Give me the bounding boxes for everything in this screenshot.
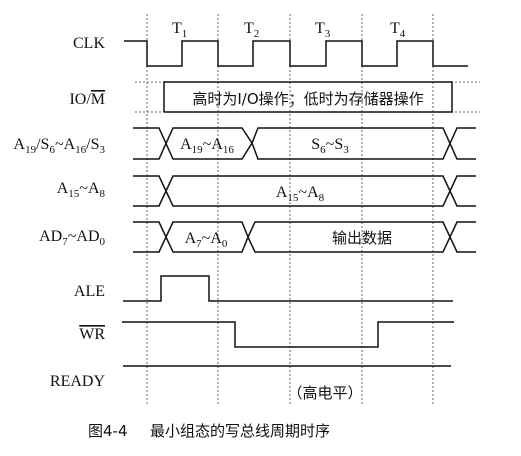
figure-number: 图4-4: [88, 422, 128, 440]
clk-label: CLK: [73, 35, 105, 52]
wr-waveform: [122, 321, 454, 348]
ready-note: （高电平）: [287, 384, 362, 402]
figure-caption: 最小组态的写总线周期时序: [150, 422, 330, 440]
clk-waveform: [124, 40, 468, 67]
iom-label: IO/M: [69, 91, 105, 108]
a19-s3-label: A19/S6~A16/S3: [14, 136, 106, 156]
state-t2: T2: [244, 20, 259, 40]
a15-a8-label: A15~A8: [57, 180, 106, 200]
write-bus-cycle-timing-diagram: T1 T2 T3 T4 CLK IO/M 高时为I/O操作；低时为存储器操作 A…: [14, 14, 480, 440]
ready-label: READY: [50, 373, 106, 390]
state-t3: T3: [315, 20, 331, 40]
a19-status-value: S6~S3: [311, 136, 349, 156]
a19-address-value: A19~A16: [180, 136, 234, 156]
iom-note: 高时为I/O操作；低时为存储器操作: [192, 90, 423, 108]
state-t1: T1: [172, 20, 187, 40]
ale-waveform: [123, 275, 453, 302]
ale-label: ALE: [74, 283, 105, 300]
wr-label: WR: [79, 326, 105, 343]
ad-label: AD7~AD0: [39, 228, 105, 248]
ad-address-value: A7~A0: [185, 230, 228, 250]
state-t4: T4: [390, 20, 406, 40]
ad-data-value: 输出数据: [332, 229, 392, 247]
a15-value: A15~A8: [276, 184, 325, 204]
